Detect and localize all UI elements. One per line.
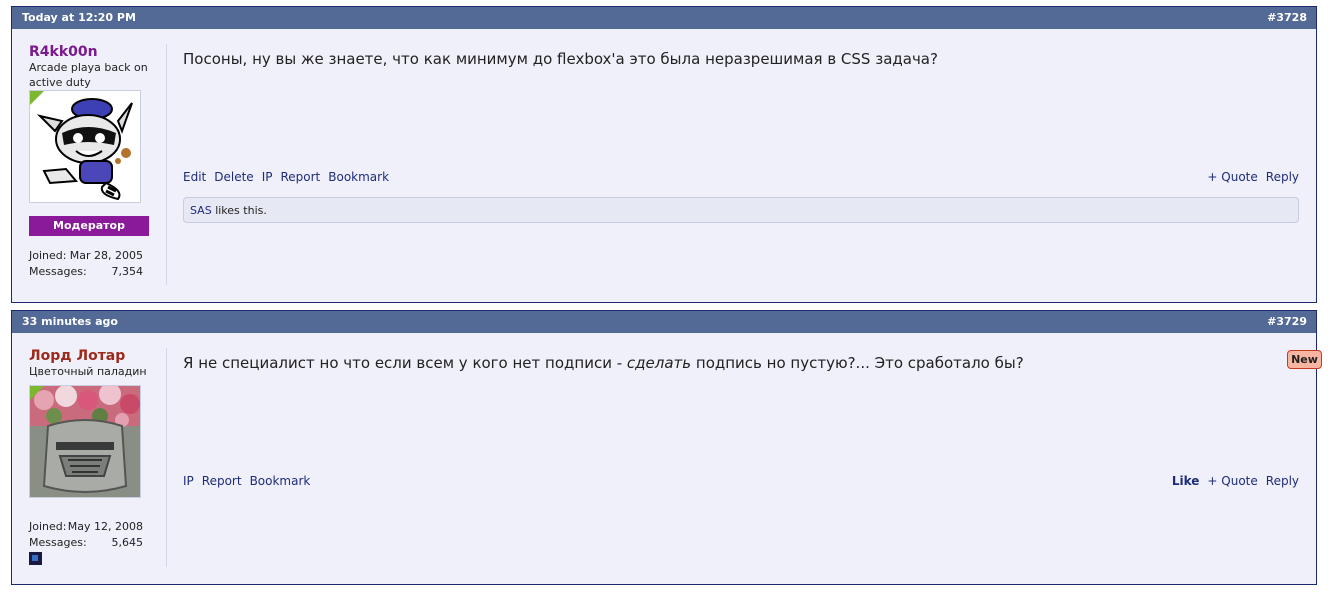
- bookmark-link[interactable]: Bookmark: [250, 474, 311, 488]
- post-header: Today at 12:20 PM #3728: [12, 7, 1316, 29]
- post-controls-right: + Quote Reply: [1199, 170, 1299, 184]
- report-link[interactable]: Report: [202, 474, 242, 488]
- username[interactable]: Лорд Лотар: [29, 348, 166, 364]
- liker-link[interactable]: SAS: [190, 204, 212, 217]
- avatar[interactable]: [29, 385, 141, 498]
- reply-link[interactable]: Reply: [1266, 474, 1299, 488]
- message-emphasis: сделать: [626, 354, 692, 372]
- report-link[interactable]: Report: [280, 170, 320, 184]
- likes-text: likes this.: [211, 204, 267, 217]
- quote-link[interactable]: + Quote: [1207, 474, 1257, 488]
- user-title: Arcade playa back on active duty: [29, 61, 148, 89]
- bookmark-link[interactable]: Bookmark: [328, 170, 389, 184]
- delete-link[interactable]: Delete: [214, 170, 253, 184]
- user-title: Цветочный паладин: [29, 365, 147, 378]
- edit-link[interactable]: Edit: [183, 170, 206, 184]
- post-date[interactable]: Today at 12:20 PM: [22, 11, 136, 24]
- quote-link[interactable]: + Quote: [1207, 170, 1257, 184]
- trophy-icon[interactable]: [29, 552, 42, 565]
- joined-stat: Joined: May 12, 2008: [29, 519, 143, 535]
- joined-label: Joined:: [29, 249, 67, 262]
- message-part: Я не специалист но что если всем у кого …: [183, 354, 627, 372]
- post-controls-left: IP Report Bookmark: [183, 474, 318, 488]
- knight-helmet-with-flowers-icon: [30, 386, 140, 497]
- post-3728: Today at 12:20 PM #3728 R4kk00n Arcade p…: [11, 6, 1317, 303]
- online-indicator: [30, 91, 44, 105]
- new-badge: New: [1287, 350, 1322, 369]
- message-part: подпись но пустую?... Это сработало бы?: [691, 354, 1024, 372]
- joined-value: Mar 28, 2005: [69, 249, 143, 262]
- avatar[interactable]: [29, 90, 141, 203]
- joined-value: May 12, 2008: [67, 520, 143, 533]
- rank-badge: Модератор: [29, 216, 149, 236]
- raccoon-icon: [36, 98, 133, 201]
- messages-stat: Messages: 7,354: [29, 264, 143, 280]
- messages-value[interactable]: 5,645: [112, 535, 144, 551]
- post-3729: 33 minutes ago #3729 Лорд Лотар Цветочны…: [11, 310, 1317, 585]
- post-controls-left: Edit Delete IP Report Bookmark: [183, 170, 397, 184]
- reply-link[interactable]: Reply: [1266, 170, 1299, 184]
- post-permalink[interactable]: #3728: [1267, 7, 1307, 29]
- likes-summary: SAS likes this.: [183, 197, 1299, 223]
- messages-label: Messages:: [29, 536, 87, 549]
- joined-label: Joined:: [29, 520, 67, 533]
- like-link[interactable]: Like: [1172, 474, 1200, 488]
- online-indicator: [30, 386, 44, 400]
- messages-value[interactable]: 7,354: [112, 264, 144, 280]
- username[interactable]: R4kk00n: [29, 44, 166, 60]
- message-text: Я не специалист но что если всем у кого …: [183, 354, 1024, 372]
- post-header: 33 minutes ago #3729: [12, 311, 1316, 333]
- post-date[interactable]: 33 minutes ago: [22, 315, 118, 328]
- ip-link[interactable]: IP: [183, 474, 194, 488]
- messages-label: Messages:: [29, 265, 87, 278]
- post-permalink[interactable]: #3729: [1267, 311, 1307, 333]
- joined-stat: Joined: Mar 28, 2005: [29, 248, 143, 264]
- message-text: Посоны, ну вы же знаете, что как минимум…: [183, 50, 938, 68]
- user-info: Лорд Лотар Цветочный паладин Joined: May…: [29, 348, 167, 567]
- post-controls-right: Like + Quote Reply: [1164, 474, 1299, 488]
- messages-stat: Messages: 5,645: [29, 535, 143, 551]
- ip-link[interactable]: IP: [262, 170, 273, 184]
- user-info: R4kk00n Arcade playa back on active duty…: [29, 44, 167, 285]
